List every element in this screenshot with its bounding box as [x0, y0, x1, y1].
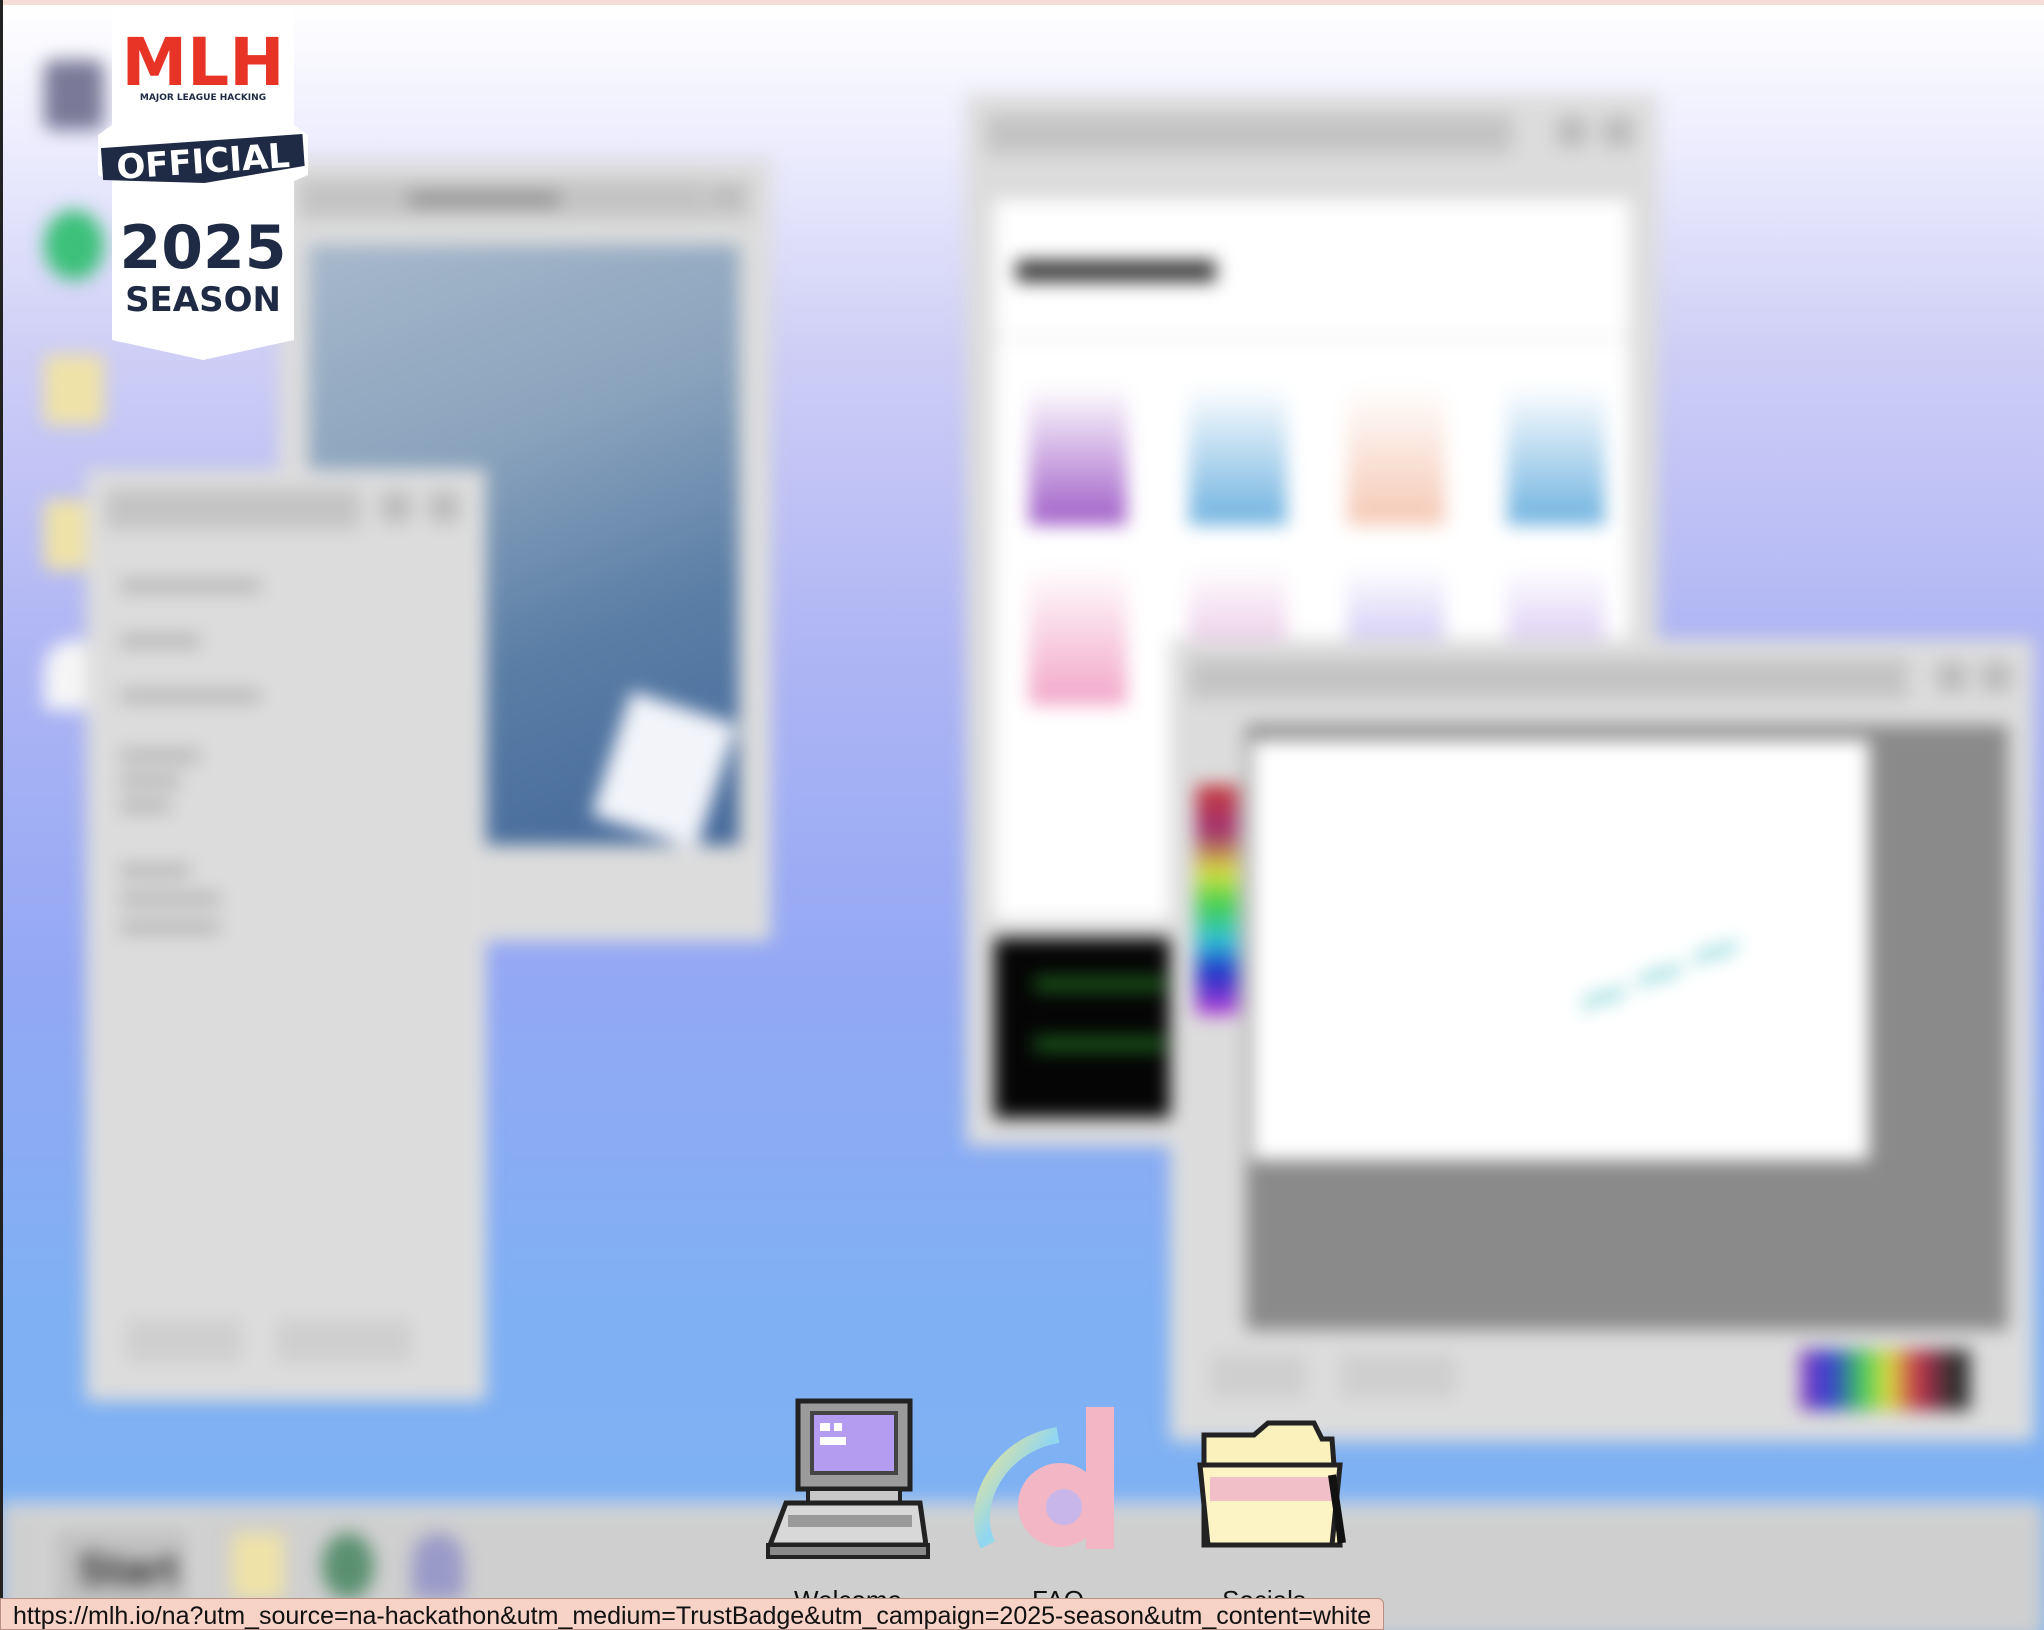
dialog-window — [92, 475, 480, 1395]
mlh-trust-badge[interactable]: MLH MAJOR LEAGUE HACKING OFFICIAL 2025 S… — [98, 5, 308, 360]
mlh-logo-subtitle: MAJOR LEAGUE HACKING — [140, 93, 266, 103]
mlh-logo: MLH MAJOR LEAGUE HACKING — [122, 24, 285, 103]
mlh-badge-graphic: MLH MAJOR LEAGUE HACKING OFFICIAL 2025 S… — [98, 5, 308, 360]
cancel-button — [272, 1315, 416, 1367]
desktop-computer-icon — [44, 60, 104, 130]
browser-left-edge — [0, 0, 3, 1630]
photo-card — [591, 691, 737, 849]
swatch-tile — [1347, 385, 1445, 525]
dialog-window-titlebar — [106, 489, 360, 529]
badge-year: 2025 — [120, 213, 287, 283]
color-palette — [1800, 1350, 1970, 1410]
terminal-panel — [994, 938, 1184, 1118]
desktop-globe-icon — [44, 210, 104, 280]
gallery-window-titlebar — [986, 114, 1512, 154]
mlh-logo-text: MLH — [122, 24, 285, 101]
maximize-icon — [378, 489, 414, 525]
dock-item-socials[interactable]: Socials — [1164, 1395, 1364, 1615]
browser-icon — [973, 1407, 1114, 1549]
taskbar-folder-icon — [232, 1533, 284, 1599]
folder-icon — [1197, 1420, 1346, 1548]
desktop-folder-icon — [44, 355, 104, 425]
maximize-icon — [1934, 659, 1970, 695]
taskbar-globe-icon — [322, 1533, 374, 1599]
computer-icon — [766, 1398, 930, 1559]
maximize-icon — [1554, 114, 1590, 150]
close-icon — [1600, 114, 1636, 150]
photo-window-titlebar — [299, 179, 751, 219]
close-icon — [426, 489, 462, 525]
swatch-tile — [1029, 385, 1127, 525]
taskbar-ghost-icon — [412, 1533, 464, 1599]
close-icon — [1978, 659, 2014, 695]
dock-item-welcome[interactable]: Welcome — [748, 1395, 948, 1615]
color-palette — [1196, 785, 1238, 1015]
close-icon — [709, 179, 745, 215]
dock-item-faq[interactable]: FAQ — [958, 1395, 1158, 1615]
badge-season: SEASON — [125, 280, 281, 320]
swatch-tile — [1507, 385, 1605, 525]
swatch-tile — [1189, 385, 1287, 525]
browser-status-url: https://mlh.io/na?utm_source=na-hackatho… — [0, 1598, 1385, 1630]
paint-window-titlebar — [1190, 659, 1908, 699]
ok-button — [122, 1315, 246, 1367]
swatch-tile — [1029, 565, 1127, 705]
start-button-label: Start — [78, 1545, 179, 1594]
